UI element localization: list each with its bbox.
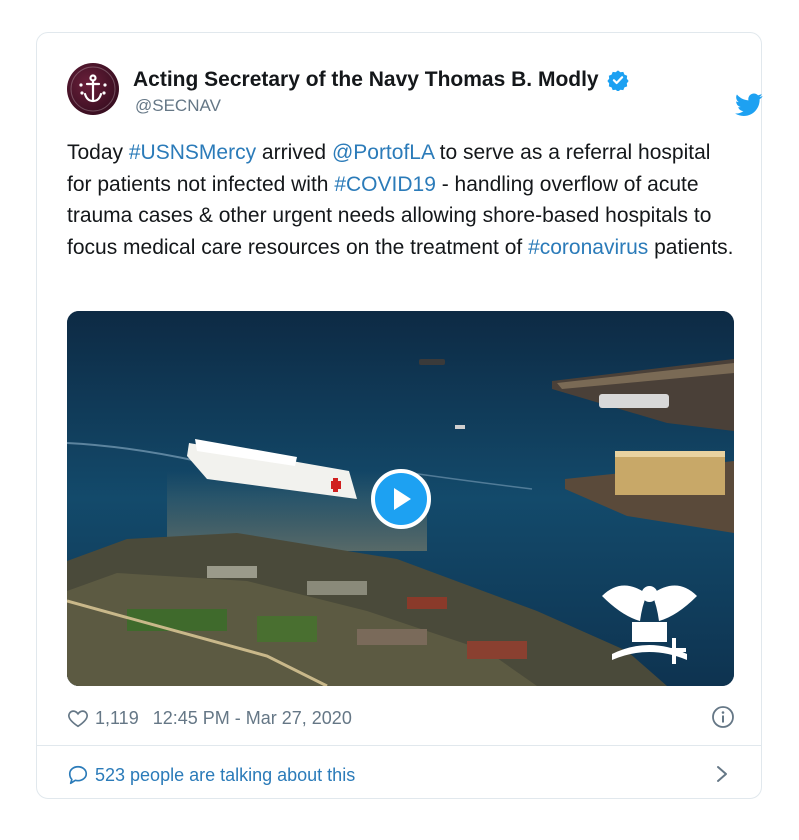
video-thumbnail[interactable] [67,311,734,686]
avatar[interactable] [67,63,119,115]
twitter-bird-icon[interactable] [735,93,763,117]
tweet-text-segment: arrived [256,141,332,164]
conversation-label: 523 people are talking about this [95,764,356,785]
author-row: Acting Secretary of the Navy Thomas B. M… [133,66,629,94]
navy-anchor-avatar-icon [70,66,116,112]
like-count[interactable]: 1,119 [95,708,139,729]
play-button[interactable] [371,469,431,529]
tweet-text-segment: Today [67,141,129,164]
divider [37,745,761,746]
author-name[interactable]: Acting Secretary of the Navy Thomas B. M… [133,68,599,92]
tweet-text-link[interactable]: #COVID19 [334,173,436,196]
tweet-text-link[interactable]: @PortofLA [332,141,434,164]
tweet-text-link[interactable]: #USNSMercy [129,141,256,164]
tweet-card: Acting Secretary of the Navy Thomas B. M… [36,32,763,799]
tweet-footer: 1,119 12:45 PM - Mar 27, 2020 [67,703,737,733]
verified-badge-icon [606,70,629,91]
info-icon[interactable] [711,705,735,729]
tweet-text: Today #USNSMercy arrived @PortofLA to se… [67,137,739,263]
speech-bubble-icon [68,765,88,785]
tweet-timestamp[interactable]: 12:45 PM - Mar 27, 2020 [153,708,352,729]
heart-icon[interactable] [67,707,89,729]
play-icon [394,488,411,510]
conversation-link[interactable]: 523 people are talking about this [67,760,737,790]
tweet-text-link[interactable]: #coronavirus [528,236,648,259]
tweet-text-segment: patients. [648,235,734,259]
tweet-header: Acting Secretary of the Navy Thomas B. M… [67,63,763,123]
chevron-right-icon[interactable] [714,763,730,785]
author-handle[interactable]: @SECNAV [135,96,221,116]
